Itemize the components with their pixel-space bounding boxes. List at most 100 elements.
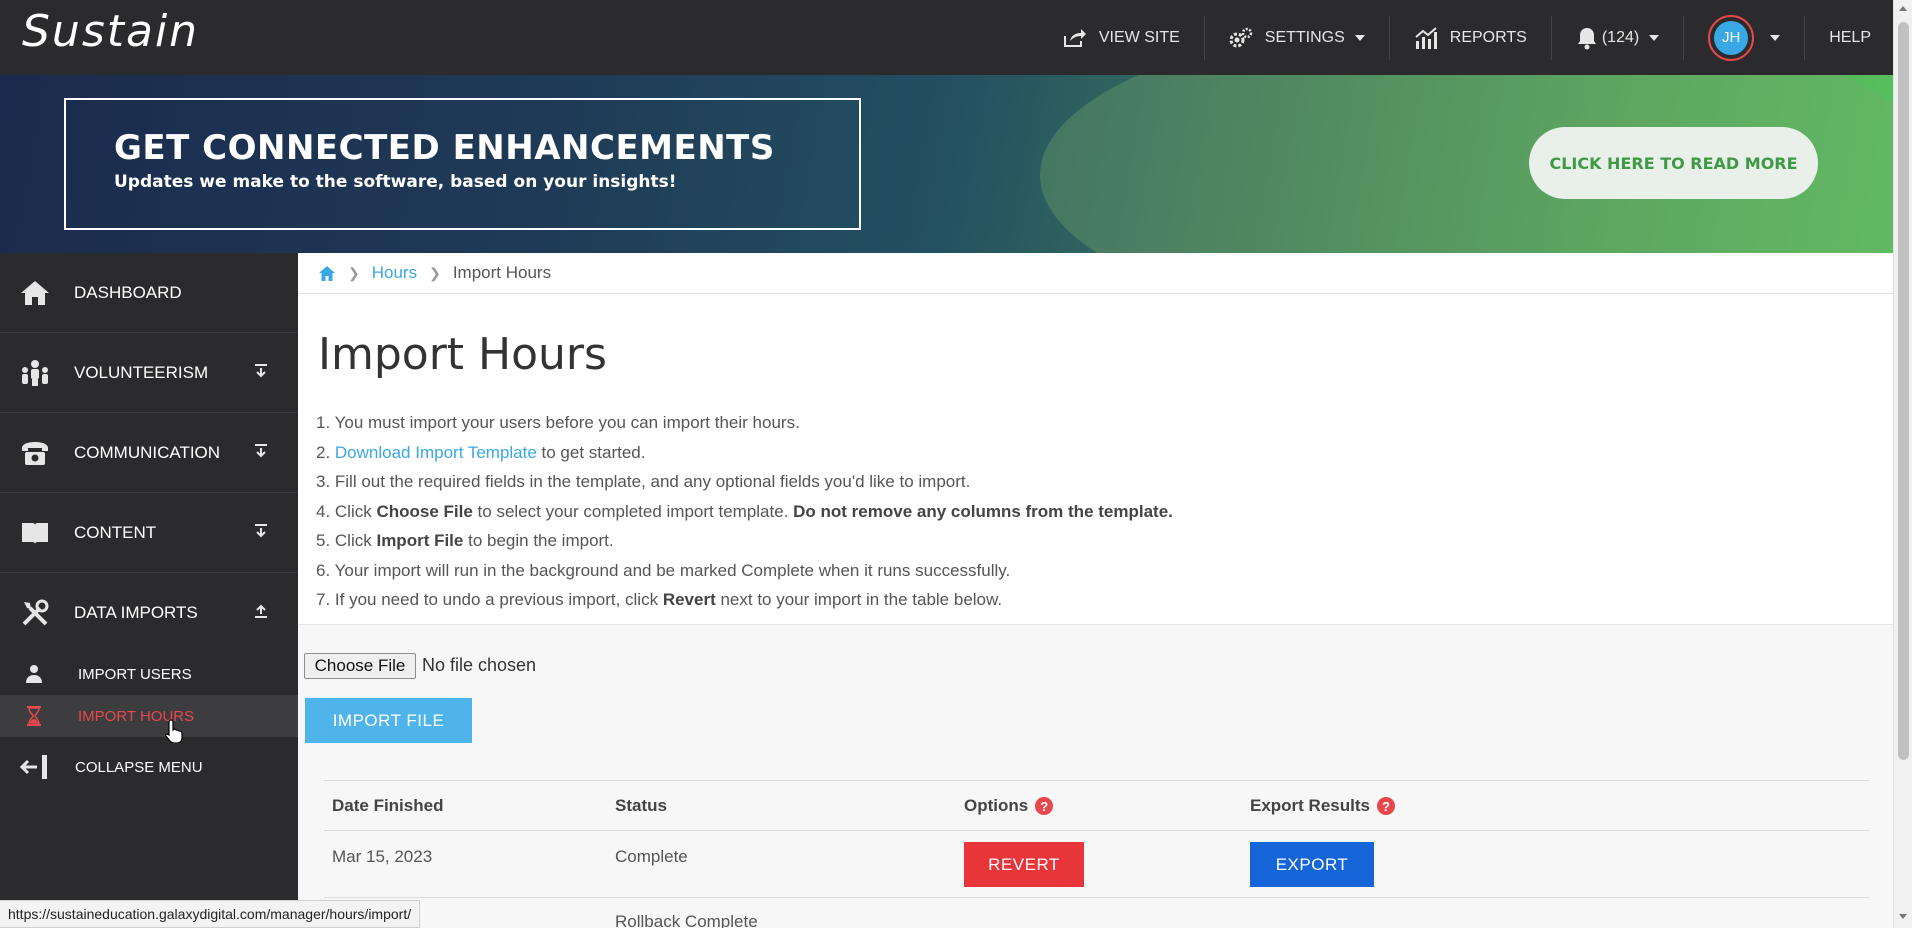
sidebar-item-data-imports[interactable]: DATA IMPORTS [0,573,298,653]
brand-logo[interactable]: Sustain [22,6,199,57]
revert-button[interactable]: REVERT [964,842,1084,887]
step-text: 4. Click [316,501,377,521]
chevron-down-icon [1354,34,1365,41]
bell-icon [1577,27,1596,49]
step-bold-text: Revert [662,590,716,609]
link-status-url: https://sustaineducation.galaxydigital.c… [0,900,421,928]
hand-cursor-icon [165,719,183,743]
step-text: 5. Click [316,531,377,550]
step-bold-text: Choose File [376,501,473,521]
upload-section: Choose File No file chosen IMPORT FILE D… [298,624,1893,928]
scrollbar-thumb[interactable] [1898,22,1909,760]
step-text: 3. Fill out the required fields in the t… [316,472,971,491]
user-menu[interactable]: JH [1684,0,1804,75]
collapse-arrow-icon [255,604,267,618]
step-text: 6. Your import will run in the backgroun… [316,560,1011,580]
help-label: HELP [1829,28,1871,46]
cell-status: Complete [615,847,688,866]
scroll-up-arrow-icon[interactable] [1899,6,1907,11]
table-row: Mar 15, 2023 Complete REVERT EXPORT [324,830,1869,897]
view-site-label: VIEW SITE [1098,28,1180,46]
home-icon [18,276,52,310]
sidebar-subitem-import-hours[interactable]: IMPORT HOURS [0,695,298,737]
sidebar-item-label: COMMUNICATION [74,442,221,462]
sidebar-item-volunteerism[interactable]: VOLUNTEERISM [0,333,298,413]
instruction-step: 2. Download Import Template to get start… [316,438,1173,468]
banner-title: GET CONNECTED ENHANCEMENTS [114,128,775,168]
step-text: to get started. [536,442,646,462]
step-text: to begin the import. [463,531,614,550]
announcement-banner: GET CONNECTED ENHANCEMENTS Updates we ma… [0,75,1893,253]
sidebar-subitem-label: IMPORT USERS [78,665,192,683]
read-more-button[interactable]: CLICK HERE TO READ MORE [1529,127,1818,199]
page-title: Import Hours [318,329,607,380]
home-icon[interactable] [318,265,336,282]
sidebar-item-label: CONTENT [74,522,157,542]
instruction-step: 4. Click Choose File to select your comp… [316,497,1173,527]
cell-export: EXPORT [1250,831,1374,898]
cell-status: Rollback Complete [615,912,758,928]
expand-arrow-icon [255,444,267,458]
export-button[interactable]: EXPORT [1250,842,1374,887]
notification-count: (124) [1601,28,1640,46]
file-status-text: No file chosen [422,655,537,675]
sidebar-item-content[interactable]: CONTENT [0,493,298,573]
step-text: 7. If you need to undo a previous import… [316,590,663,609]
reports-link[interactable]: REPORTS [1390,0,1551,75]
help-icon[interactable]: ? [1035,797,1054,815]
expand-arrow-icon [255,524,267,538]
cell-options: REVERT [964,831,1084,898]
sidebar-item-dashboard[interactable]: DASHBOARD [0,253,298,333]
collapse-menu-button[interactable]: COLLAPSE MENU [0,737,298,797]
sidebar-item-label: DASHBOARD [74,282,182,302]
reports-label: REPORTS [1449,28,1527,46]
instruction-step: 5. Click Import File to begin the import… [316,526,1173,556]
book-icon [18,516,52,550]
notifications-menu[interactable]: (124) [1552,0,1683,75]
collapse-left-icon [18,752,52,782]
breadcrumb-hours-link[interactable]: Hours [372,263,417,283]
share-icon [1063,28,1086,47]
avatar-ring: JH [1708,14,1755,61]
download-template-link[interactable]: Download Import Template [335,443,537,462]
gears-icon [1229,27,1253,47]
help-link[interactable]: HELP [1805,0,1893,75]
column-header-date: Date Finished [332,781,443,831]
scroll-down-arrow-icon[interactable] [1899,914,1907,919]
sidebar: DASHBOARD VOLUNTEERISM COMMUNICATION CON… [0,253,298,928]
cell-date: Mar 15, 2023 [332,847,433,866]
collapse-menu-label: COLLAPSE MENU [75,758,203,776]
instructions-list: 1. You must import your users before you… [316,408,1173,615]
sidebar-item-communication[interactable]: COMMUNICATION [0,413,298,493]
breadcrumb: ❯ Hours ❯ Import Hours [298,253,1893,294]
table-header-row: Date Finished Status Options? Export Res… [324,780,1869,830]
hourglass-icon [24,706,44,726]
people-icon [18,356,52,390]
banner-subtitle: Updates we make to the software, based o… [114,172,677,192]
main-content: ❯ Hours ❯ Import Hours Import Hours 1. Y… [298,253,1893,928]
table-row: Rollback Complete [324,897,1869,928]
tools-icon [18,596,52,630]
user-icon [24,664,44,684]
import-file-button[interactable]: IMPORT FILE [305,698,472,743]
column-header-status: Status [615,781,667,831]
step-text: 2. [316,442,335,462]
help-icon[interactable]: ? [1376,797,1395,815]
page-scrollbar[interactable] [1893,0,1912,928]
top-nav: VIEW SITE SETTINGS REPORTS (124) JH HELP [1039,0,1893,75]
choose-file-button[interactable]: Choose File [304,653,416,679]
step-text: next to your import in the table below. [715,590,1003,609]
view-site-link[interactable]: VIEW SITE [1039,0,1204,75]
header-label: Export Results [1250,796,1370,815]
column-header-options: Options? [964,781,1054,831]
sidebar-subitem-import-users[interactable]: IMPORT USERS [0,653,298,695]
chevron-down-icon [1770,34,1781,41]
bar-chart-icon [1415,26,1437,49]
expand-arrow-icon [255,364,267,378]
instruction-step: 7. If you need to undo a previous import… [316,585,1173,615]
header-label: Date Finished [332,796,444,815]
instruction-step: 3. Fill out the required fields in the t… [316,467,1173,497]
step-text: 1. You must import your users before you… [316,413,800,432]
settings-menu[interactable]: SETTINGS [1205,0,1389,75]
header-label: Options [964,796,1029,815]
